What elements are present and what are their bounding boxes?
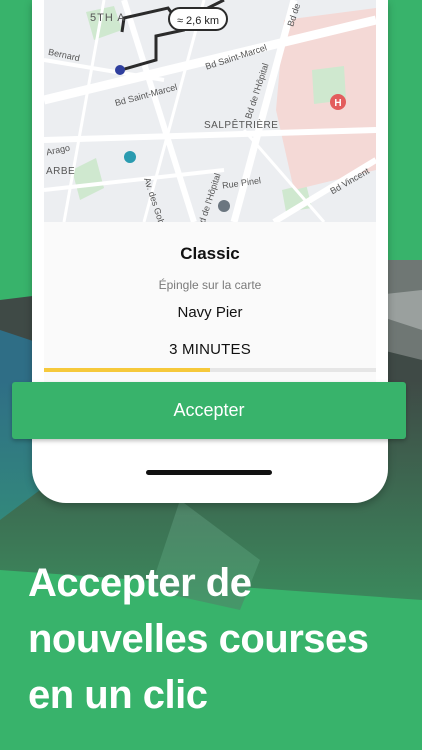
headline-line-1: Accepter de <box>28 561 252 605</box>
headline-line-2: nouvelles courses <box>28 617 369 661</box>
promo-headline: Accepter de nouvelles courses en un clic <box>28 555 408 723</box>
home-indicator[interactable] <box>146 470 272 475</box>
headline-line-3: en un clic <box>28 673 208 717</box>
distance-pill: ≈ 2,6 km <box>168 7 228 31</box>
pickup-hint: Épingle sur la carte <box>158 278 262 292</box>
map-label-arbe: ARBE <box>46 166 76 177</box>
countdown-progress-fill <box>44 368 210 372</box>
map-view[interactable]: H 5TH A Bernard Bd Saint-Marcel Bd Saint… <box>44 0 376 222</box>
map-label-salpetriere: SALPÊTRIÈRE <box>204 120 279 131</box>
countdown-progress-bar <box>44 368 376 372</box>
svg-text:H: H <box>334 98 341 109</box>
eta-label: 3 MINUTES <box>169 341 251 358</box>
pickup-place: Navy Pier <box>177 304 243 321</box>
ride-type-title: Classic <box>180 244 240 263</box>
ride-request-card: Classic Épingle sur la carte Navy Pier 3… <box>44 222 376 382</box>
accept-button[interactable]: Accepter <box>12 382 406 439</box>
map-label-5th: 5TH A <box>90 12 126 24</box>
